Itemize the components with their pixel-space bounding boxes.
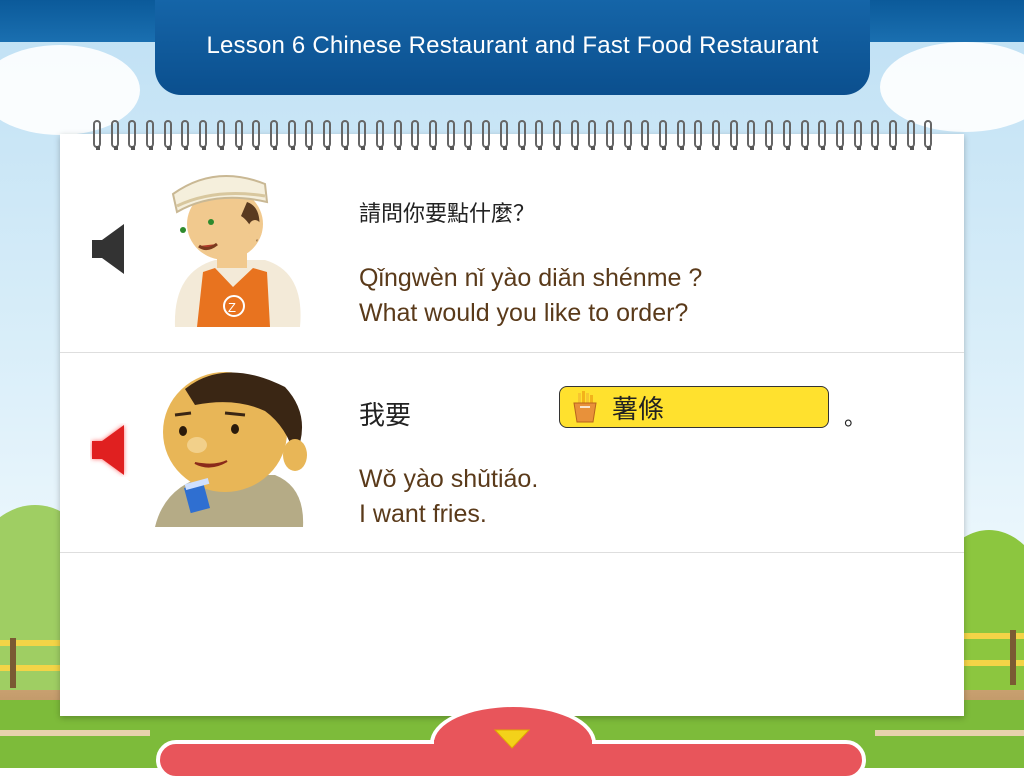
down-arrow-icon[interactable]: [493, 728, 531, 750]
notebook-page: Z 請問你要點什麼？ Qǐngwèn nǐ yào diǎn shénme ? …: [60, 134, 964, 716]
header-tab: Lesson 6 Chinese Restaurant and Fast Foo…: [155, 0, 870, 95]
fence-post: [1010, 630, 1016, 685]
spiral-binding: [93, 120, 933, 150]
road-line: [875, 730, 1024, 736]
waiter-avatar: Z: [171, 175, 301, 327]
customer-avatar: [155, 372, 307, 527]
lesson-title: Lesson 6 Chinese Restaurant and Fast Foo…: [206, 32, 819, 59]
question-chinese: 請問你要點什麼？: [359, 201, 536, 226]
svg-text:Z: Z: [228, 300, 236, 315]
answer-word: 薯條: [612, 393, 665, 424]
answer-english: I want fries.: [359, 500, 487, 528]
speaker-active-icon[interactable]: [90, 423, 130, 477]
fence-post: [10, 638, 16, 688]
answer-chinese-suffix: 。: [844, 405, 867, 430]
fence-left: [0, 640, 60, 646]
speaker-icon[interactable]: [90, 222, 130, 276]
fries-icon: [573, 391, 597, 423]
fence-left: [0, 665, 60, 671]
answer-chinese-prefix: 我要: [359, 400, 412, 430]
road-line: [0, 730, 150, 736]
dialogue-row-waiter: Z 請問你要點什麼？ Qǐngwèn nǐ yào diǎn shénme ? …: [60, 134, 964, 353]
question-pinyin: Qǐngwèn nǐ yào diǎn shénme ?: [359, 264, 703, 292]
answer-slot[interactable]: 薯條: [559, 386, 829, 428]
divider: [60, 552, 964, 553]
answer-pinyin: Wǒ yào shǔtiáo.: [359, 465, 539, 493]
question-english: What would you like to order?: [359, 299, 689, 327]
